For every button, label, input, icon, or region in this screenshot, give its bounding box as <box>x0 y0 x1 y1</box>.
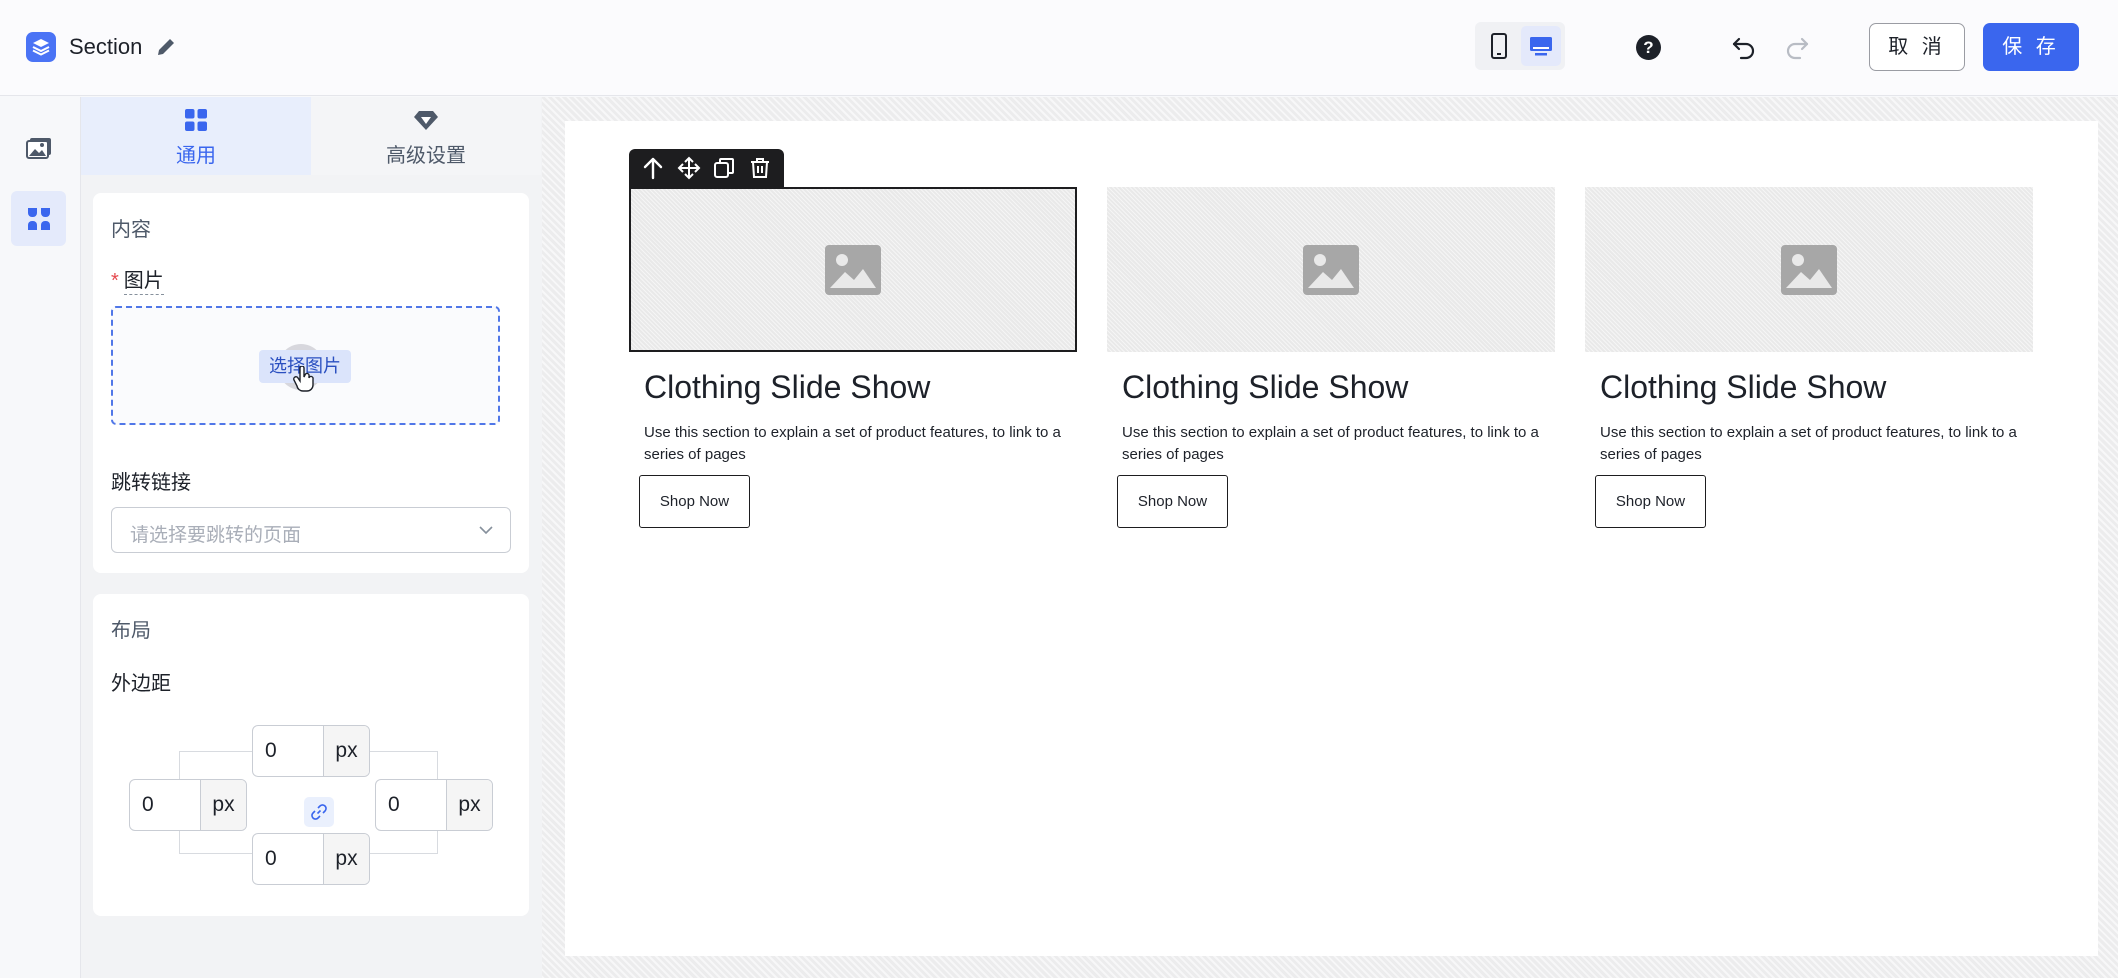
content-section-title: 内容 <box>111 219 151 241</box>
margin-bottom-unit: px <box>323 834 369 884</box>
shop-now-button[interactable]: Shop Now <box>1595 475 1706 528</box>
help-icon[interactable]: ? <box>1636 35 1661 60</box>
mobile-icon <box>1491 33 1507 59</box>
slide-column[interactable]: Clothing Slide Show Use this section to … <box>1107 187 1555 528</box>
image-placeholder[interactable] <box>1585 187 2033 352</box>
margin-left-unit: px <box>200 780 246 830</box>
content-card: 内容 * 图片 选择图片 跳转链接 请选择要跳转的页面 <box>93 193 529 573</box>
pencil-icon[interactable] <box>154 35 178 59</box>
slide-column[interactable]: Clothing Slide Show Use this section to … <box>629 187 1077 528</box>
layers-logo-icon <box>26 32 56 62</box>
rail-item-media[interactable] <box>11 120 66 175</box>
delete-icon <box>751 158 770 178</box>
margin-top-input[interactable]: 0 px <box>252 725 370 777</box>
left-rail <box>0 97 81 978</box>
required-mark: * <box>111 270 119 292</box>
drag-button[interactable] <box>675 154 703 182</box>
page-title: Section <box>69 34 143 59</box>
link-margins-toggle[interactable] <box>304 797 334 827</box>
mobile-view-button[interactable] <box>1479 26 1519 66</box>
image-field-label: * 图片 <box>111 264 164 295</box>
page-canvas: Clothing Slide Show Use this section to … <box>565 121 2098 956</box>
block-toolbar <box>629 149 784 187</box>
delete-button[interactable] <box>746 154 774 182</box>
tab-advanced-label: 高级设置 <box>386 145 466 167</box>
undo-icon[interactable] <box>1730 33 1758 61</box>
link-icon <box>311 804 327 820</box>
layout-card: 布局 外边距 0 px 0 px 0 px 0 px <box>93 594 529 916</box>
move-up-button[interactable] <box>639 154 667 182</box>
slide-description[interactable]: Use this section to explain a set of pro… <box>644 422 1064 466</box>
copy-icon <box>714 158 735 178</box>
layout-section-title: 布局 <box>111 620 151 642</box>
margin-left-input[interactable]: 0 px <box>129 779 247 831</box>
cancel-button[interactable]: 取 消 <box>1869 23 1965 71</box>
slide-description[interactable]: Use this section to explain a set of pro… <box>1600 422 2020 466</box>
image-gallery-icon <box>25 137 51 159</box>
move-icon <box>677 156 701 180</box>
panel-tabs: 通用 高级设置 <box>81 97 542 175</box>
tab-general[interactable]: 通用 <box>81 97 311 175</box>
jump-link-placeholder: 请选择要跳转的页面 <box>130 525 302 546</box>
margin-top-unit: px <box>323 726 369 776</box>
desktop-icon <box>1530 37 1552 56</box>
slide-title[interactable]: Clothing Slide Show <box>1122 366 1555 408</box>
jump-link-label: 跳转链接 <box>111 472 191 494</box>
image-placeholder-icon <box>1781 244 1837 295</box>
rail-item-components[interactable] <box>11 191 66 246</box>
image-placeholder[interactable] <box>629 187 1077 352</box>
chevron-down-icon <box>479 526 493 535</box>
tab-advanced[interactable]: 高级设置 <box>311 97 541 175</box>
duplicate-button[interactable] <box>710 154 738 182</box>
margin-left-value[interactable]: 0 <box>130 780 200 830</box>
image-placeholder-icon <box>825 244 881 295</box>
device-switcher <box>1475 22 1565 70</box>
tab-general-label: 通用 <box>176 145 216 167</box>
grid-icon <box>185 109 207 131</box>
image-placeholder-icon <box>1303 244 1359 295</box>
slide-column[interactable]: Clothing Slide Show Use this section to … <box>1585 187 2033 528</box>
slide-description[interactable]: Use this section to explain a set of pro… <box>1122 422 1542 466</box>
margin-right-value[interactable]: 0 <box>376 780 446 830</box>
redo-icon[interactable] <box>1783 33 1811 61</box>
hand-cursor-icon <box>293 365 315 398</box>
margin-bottom-value[interactable]: 0 <box>253 834 323 884</box>
slide-title[interactable]: Clothing Slide Show <box>644 366 1077 408</box>
settings-panel: 通用 高级设置 内容 * 图片 选择图片 跳转链接 请选择要跳转的页面 布局 外边… <box>81 97 542 978</box>
margin-bottom-input[interactable]: 0 px <box>252 833 370 885</box>
image-field-text: 图片 <box>123 270 164 295</box>
components-icon <box>27 207 50 230</box>
slide-title[interactable]: Clothing Slide Show <box>1600 366 2033 408</box>
shop-now-button[interactable]: Shop Now <box>1117 475 1228 528</box>
jump-link-select[interactable]: 请选择要跳转的页面 <box>111 507 511 553</box>
margin-right-input[interactable]: 0 px <box>375 779 493 831</box>
image-placeholder[interactable] <box>1107 187 1555 352</box>
image-upload-area[interactable]: 选择图片 <box>111 306 500 425</box>
margin-right-unit: px <box>446 780 492 830</box>
top-bar: Section ? 取 消 保 存 <box>0 0 2118 96</box>
margin-top-value[interactable]: 0 <box>253 726 323 776</box>
save-button[interactable]: 保 存 <box>1983 23 2079 71</box>
margin-label: 外边距 <box>111 673 171 695</box>
shop-now-button[interactable]: Shop Now <box>639 475 750 528</box>
desktop-view-button[interactable] <box>1521 26 1561 66</box>
diamond-icon <box>414 111 438 130</box>
arrow-up-icon <box>643 157 663 180</box>
